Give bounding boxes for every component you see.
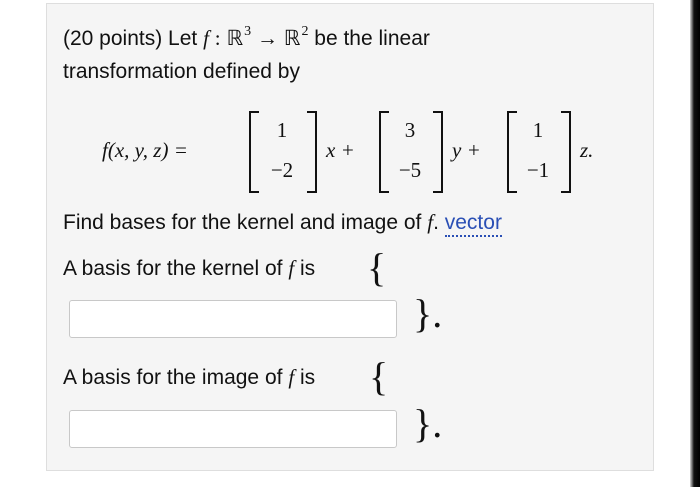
- instruction-text: Find bases for the kernel and image of: [63, 211, 422, 234]
- arrow: →: [256, 26, 278, 50]
- image-close-brace: }.: [413, 401, 443, 446]
- colon: :: [214, 26, 221, 50]
- image-label-text: A basis for the image of: [63, 366, 283, 389]
- instruction-line: Find bases for the kernel and image of f…: [63, 210, 502, 237]
- kernel-label: A basis for the kernel of f is: [63, 256, 315, 281]
- vector3-bottom: −1: [526, 158, 550, 182]
- vector1-left-bracket: [249, 111, 259, 193]
- vector2-bottom: −5: [398, 158, 422, 182]
- domain-exponent: 3: [244, 24, 252, 39]
- vector1-right-bracket: [307, 111, 317, 193]
- function-symbol: f: [288, 365, 295, 389]
- codomain-symbol: ℝ: [283, 26, 301, 50]
- kernel-close-brace: }.: [413, 291, 443, 336]
- equation-lhs: f(x, y, z) =: [102, 138, 188, 162]
- vector2-top: 3: [404, 118, 416, 142]
- window-edge: [690, 0, 700, 487]
- points-text: (20 points) Let: [63, 27, 198, 50]
- kernel-basis-input[interactable]: [69, 300, 397, 338]
- image-label: A basis for the image of f is: [63, 365, 315, 390]
- problem-intro-line: (20 points) Let f : ℝ3 → ℝ2 be the linea…: [63, 24, 430, 51]
- vector2-right-bracket: [433, 111, 443, 193]
- image-open-brace: {: [369, 354, 389, 399]
- equation-var-y: y +: [452, 138, 481, 162]
- equation-var-z: z.: [580, 138, 594, 162]
- vector-help-link[interactable]: vector: [444, 211, 502, 237]
- image-basis-input[interactable]: [69, 410, 397, 448]
- function-symbol: f: [203, 26, 209, 50]
- problem-intro-line-2: transformation defined by: [63, 60, 300, 83]
- kernel-open-brace: {: [367, 245, 387, 290]
- period: .: [433, 211, 439, 234]
- intro-suffix: be the linear: [314, 27, 430, 50]
- vector1-top: 1: [276, 118, 288, 142]
- transformation-equation: f(x, y, z) = 1 −2 x + 3 −5 y + 1 −1 z.: [58, 108, 618, 198]
- kernel-label-text: A basis for the kernel of: [63, 257, 283, 280]
- kernel-label-is: is: [300, 257, 316, 280]
- vector3-right-bracket: [561, 111, 571, 193]
- equation-var-x: x +: [326, 138, 355, 162]
- domain-symbol: ℝ: [226, 26, 244, 50]
- vector3-top: 1: [532, 118, 544, 142]
- vector1-bottom: −2: [270, 158, 294, 182]
- codomain-exponent: 2: [301, 24, 309, 39]
- image-label-is: is: [300, 366, 316, 389]
- function-symbol: f: [288, 256, 295, 280]
